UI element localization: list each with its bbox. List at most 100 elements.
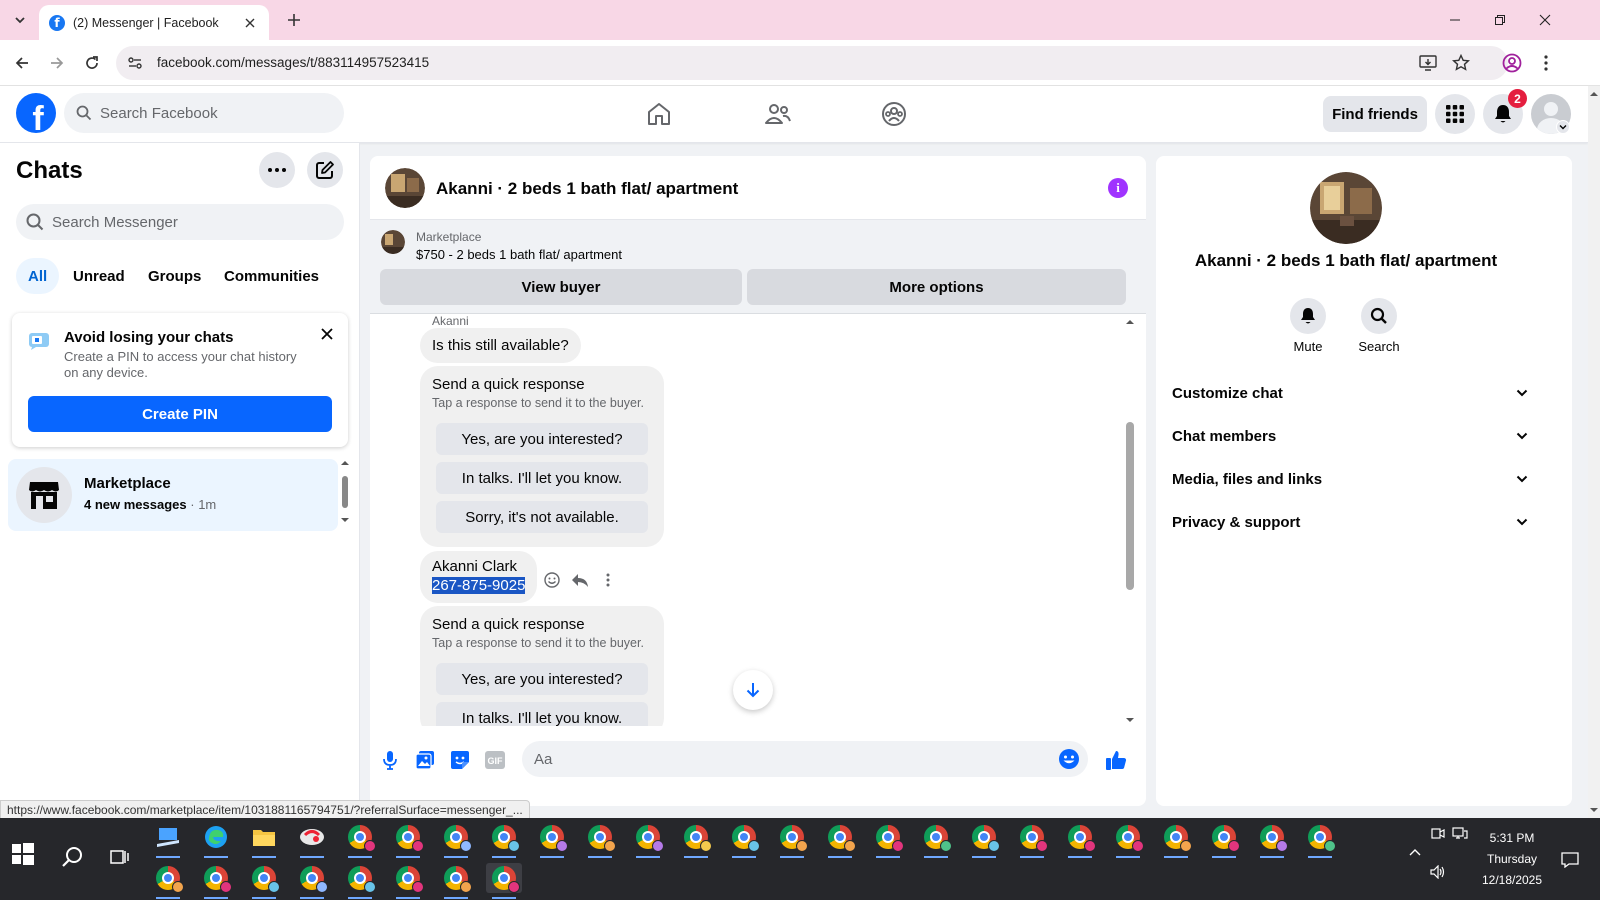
filter-groups[interactable]: Groups	[136, 258, 213, 294]
tab-search-chevron-icon[interactable]	[8, 8, 32, 32]
network-icon[interactable]	[1450, 823, 1470, 843]
chrome-profile-icon[interactable]	[534, 822, 570, 858]
listing-profile-photo[interactable]	[1310, 172, 1382, 244]
facebook-search[interactable]	[64, 93, 344, 133]
home-icon[interactable]	[641, 97, 677, 131]
chrome-profile-icon[interactable]	[1062, 822, 1098, 858]
messenger-search[interactable]	[16, 204, 344, 240]
find-friends-button[interactable]: Find friends	[1323, 96, 1427, 132]
browser-tab[interactable]: f (2) Messenger | Facebook	[39, 5, 269, 40]
file-explorer-icon[interactable]	[246, 822, 282, 858]
sticker-icon[interactable]	[448, 748, 472, 772]
message-input[interactable]	[534, 741, 1034, 777]
chrome-profile-icon[interactable]	[1014, 822, 1050, 858]
page-scrollbar[interactable]	[1588, 86, 1600, 818]
minimize-icon[interactable]	[1432, 0, 1478, 40]
chrome-profile-icon[interactable]	[438, 863, 474, 899]
meet-now-icon[interactable]	[1428, 823, 1448, 843]
back-arrow-icon[interactable]	[10, 51, 34, 75]
chrome-profile-icon-active[interactable]	[486, 863, 522, 899]
messenger-search-input[interactable]	[52, 204, 332, 240]
facebook-search-input[interactable]	[100, 93, 330, 133]
chrome-profile-icon[interactable]	[150, 863, 186, 899]
chrome-profile-icon[interactable]	[582, 822, 618, 858]
chrome-profile-icon[interactable]	[678, 822, 714, 858]
chrome-profile-icon[interactable]	[342, 863, 378, 899]
chrome-profile-icon[interactable]	[390, 863, 426, 899]
conversation-item-marketplace[interactable]: Marketplace 4 new messages · 1m	[8, 459, 338, 531]
filter-all[interactable]: All	[16, 258, 60, 294]
thumbs-up-icon[interactable]	[1104, 748, 1128, 772]
chrome-profile-icon[interactable]	[294, 863, 330, 899]
action-center-icon[interactable]	[1560, 850, 1580, 870]
chrome-profile-icon[interactable]	[1302, 822, 1338, 858]
gif-icon[interactable]: GIF	[483, 748, 507, 772]
show-hidden-icons-chevron-icon[interactable]	[1405, 842, 1425, 862]
volume-icon[interactable]	[1428, 862, 1448, 882]
task-view-icon[interactable]	[108, 845, 132, 869]
chrome-profile-icon[interactable]	[1110, 822, 1146, 858]
reload-icon[interactable]	[80, 51, 104, 75]
taskbar-app-icon[interactable]	[294, 822, 330, 858]
quick-reply-in-talks-button[interactable]: In talks. I'll let you know.	[436, 702, 648, 726]
facebook-logo-icon[interactable]: f	[16, 93, 56, 133]
chrome-profile-icon[interactable]	[726, 822, 762, 858]
contact-phone[interactable]: 267-875-9025	[432, 577, 526, 594]
mute-button[interactable]: Mute	[1278, 298, 1338, 354]
chrome-profile-icon[interactable]	[774, 822, 810, 858]
groups-icon[interactable]	[876, 97, 912, 131]
chrome-profile-icon[interactable]	[966, 822, 1002, 858]
maximize-icon[interactable]	[1477, 0, 1523, 40]
sidebar-scrollbar[interactable]	[340, 459, 350, 531]
chat-title[interactable]: Akanni · 2 beds 1 bath flat/ apartment	[436, 179, 738, 199]
chrome-profile-icon[interactable]	[918, 822, 954, 858]
search-in-chat-button[interactable]: Search	[1349, 298, 1409, 354]
chrome-profile-icon[interactable]	[438, 822, 474, 858]
forward-arrow-icon[interactable]	[45, 51, 69, 75]
edge-browser-icon[interactable]	[198, 822, 234, 858]
quick-reply-yes-button[interactable]: Yes, are you interested?	[436, 663, 648, 695]
taskbar-clock[interactable]: 5:31 PM Thursday 12/18/2025	[1472, 828, 1552, 891]
new-tab-icon[interactable]	[282, 8, 306, 32]
more-options-button[interactable]: More options	[747, 269, 1126, 305]
chrome-profile-icon[interactable]	[342, 822, 378, 858]
chrome-profile-icon[interactable]	[390, 822, 426, 858]
chrome-profile-icon[interactable]	[1254, 822, 1290, 858]
browser-menu-icon[interactable]	[1534, 51, 1558, 75]
view-buyer-button[interactable]: View buyer	[380, 269, 742, 305]
url-text[interactable]: facebook.com/messages/t/883114957523415	[157, 55, 429, 70]
more-vertical-icon[interactable]	[594, 568, 622, 592]
contact-bubble[interactable]: Akanni Clark 267-875-9025	[420, 551, 538, 603]
chrome-profile-icon[interactable]	[822, 822, 858, 858]
listing-price-title[interactable]: $750 - 2 beds 1 bath flat/ apartment	[416, 247, 622, 262]
message-input-box[interactable]	[522, 741, 1088, 777]
photo-attach-icon[interactable]	[413, 748, 437, 772]
listing-avatar[interactable]	[385, 168, 425, 208]
media-files-links-row[interactable]: Media, files and links	[1168, 461, 1532, 497]
windows-start-icon[interactable]	[12, 843, 36, 867]
new-message-icon[interactable]	[307, 152, 343, 188]
reply-icon[interactable]	[566, 568, 594, 592]
taskbar-app-icon[interactable]	[150, 822, 186, 858]
more-options-icon[interactable]	[259, 152, 295, 188]
chat-members-row[interactable]: Chat members	[1168, 418, 1532, 454]
install-app-icon[interactable]	[1418, 53, 1438, 73]
site-settings-icon[interactable]	[126, 54, 144, 72]
filter-communities[interactable]: Communities	[212, 258, 331, 294]
chrome-profile-icon[interactable]	[1206, 822, 1242, 858]
chrome-profile-icon[interactable]	[870, 822, 906, 858]
friends-icon[interactable]	[760, 97, 796, 131]
filter-unread[interactable]: Unread	[61, 258, 137, 294]
message-bubble[interactable]: Is this still available?	[420, 328, 581, 363]
chrome-profile-icon[interactable]	[630, 822, 666, 858]
close-window-icon[interactable]	[1522, 0, 1568, 40]
chrome-profile-icon[interactable]	[246, 863, 282, 899]
bookmark-star-icon[interactable]	[1451, 53, 1471, 73]
close-tab-icon[interactable]	[241, 14, 259, 32]
chrome-profile-icon[interactable]	[486, 822, 522, 858]
customize-chat-row[interactable]: Customize chat	[1168, 375, 1532, 411]
account-chevron-icon[interactable]	[1556, 120, 1570, 134]
taskbar-search-icon[interactable]	[61, 845, 85, 869]
quick-reply-not-available-button[interactable]: Sorry, it's not available.	[436, 501, 648, 533]
quick-reply-in-talks-button[interactable]: In talks. I'll let you know.	[436, 462, 648, 494]
